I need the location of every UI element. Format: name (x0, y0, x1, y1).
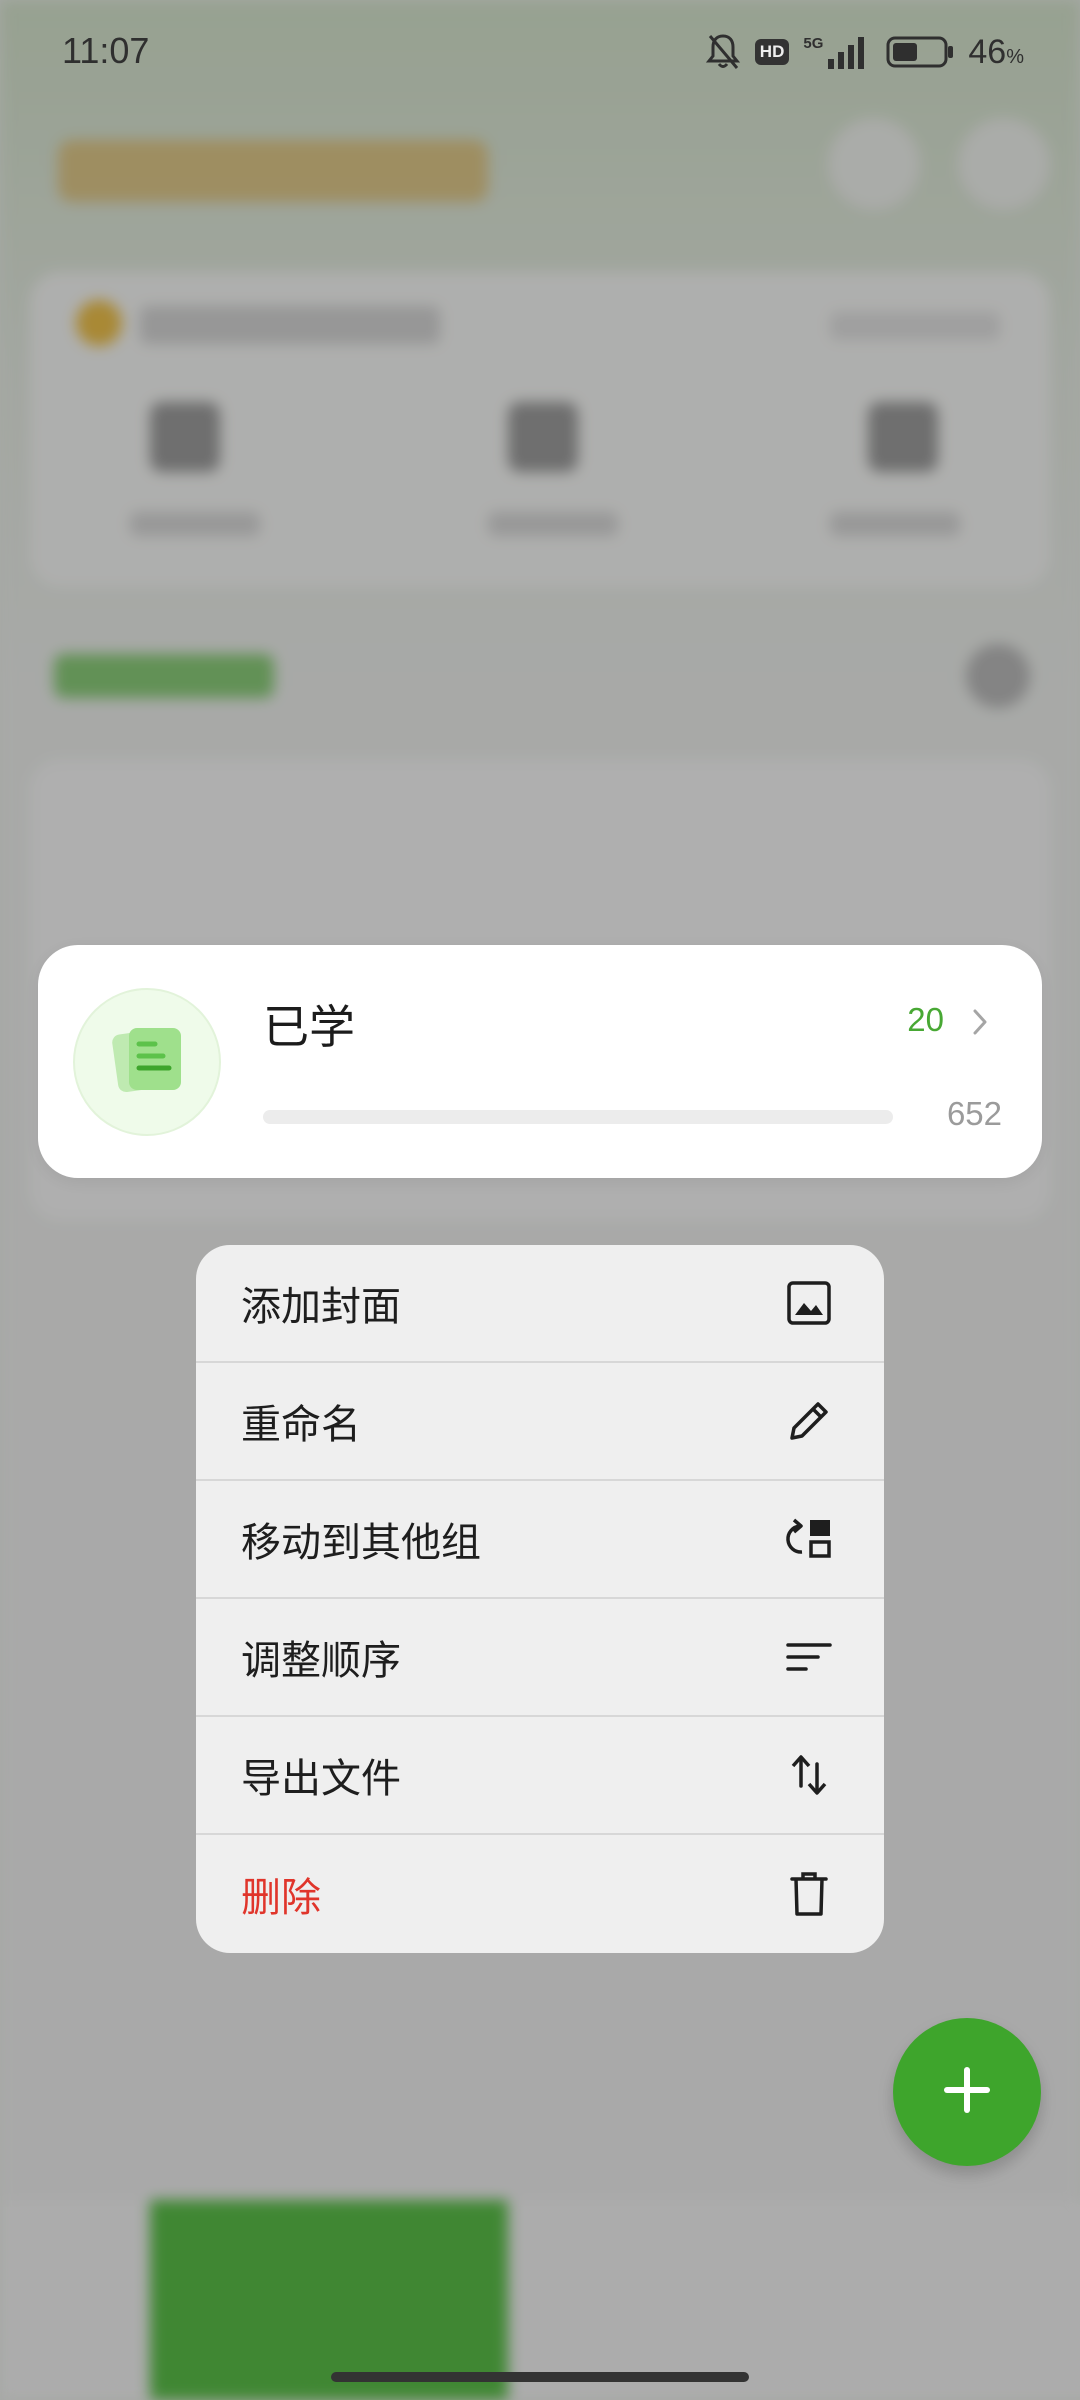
menu-item-add-cover[interactable]: 添加封面 (196, 1245, 884, 1363)
plus-icon (939, 2062, 995, 2122)
status-bar: 11:07 HD 5G 46% (0, 0, 1080, 104)
context-menu: 添加封面 重命名 移动到其他组 调整顺序 导出文件 删除 (196, 1245, 884, 1953)
chevron-right-icon[interactable] (970, 1007, 990, 1041)
menu-item-delete[interactable]: 删除 (196, 1835, 884, 1953)
sort-lines-icon (784, 1632, 834, 1682)
menu-item-rename[interactable]: 重命名 (196, 1363, 884, 1481)
deck-total-count: 652 (946, 1095, 1002, 1132)
menu-item-move-group[interactable]: 移动到其他组 (196, 1481, 884, 1599)
deck-thumbnail (73, 988, 221, 1136)
menu-item-label: 导出文件 (241, 1756, 401, 1802)
home-indicator[interactable] (331, 2372, 749, 2382)
status-icons: HD 5G 46% (705, 30, 1024, 74)
deck-card-learned[interactable]: 已学 20 652 (38, 945, 1042, 1178)
deck-title: 已学 (263, 1000, 355, 1054)
mute-bell-icon (705, 32, 741, 72)
menu-item-export[interactable]: 导出文件 (196, 1717, 884, 1835)
signal-icon: 5G (803, 35, 872, 69)
add-fab-button[interactable] (893, 2018, 1041, 2166)
deck-progress-bar (263, 1110, 893, 1124)
status-time: 11:07 (62, 30, 150, 71)
transfer-arrows-icon (784, 1750, 834, 1800)
trash-icon (784, 1869, 834, 1919)
menu-item-label: 添加封面 (241, 1284, 401, 1330)
menu-item-label: 删除 (241, 1875, 321, 1921)
move-group-icon (784, 1514, 834, 1564)
menu-item-reorder[interactable]: 调整顺序 (196, 1599, 884, 1717)
deck-learned-count: 20 (907, 1001, 944, 1038)
image-icon (784, 1278, 834, 1328)
battery-percent: 46% (968, 32, 1024, 71)
flashcards-stack-icon (107, 1020, 187, 1104)
menu-item-label: 重命名 (241, 1402, 361, 1448)
battery-icon (886, 35, 954, 69)
network-type: 5G (803, 35, 824, 52)
hd-badge: HD (754, 39, 790, 65)
pencil-icon (784, 1396, 834, 1446)
menu-item-label: 调整顺序 (241, 1638, 401, 1684)
menu-item-label: 移动到其他组 (241, 1520, 481, 1566)
